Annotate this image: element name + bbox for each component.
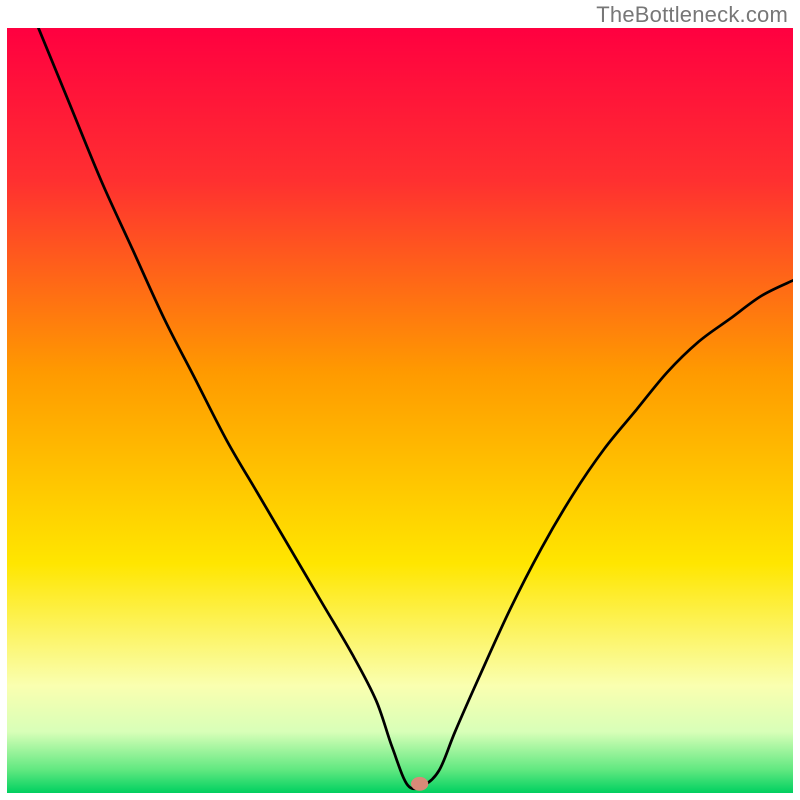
bottleneck-plot — [7, 28, 793, 793]
plot-svg — [7, 28, 793, 793]
gradient-background — [7, 28, 793, 793]
chart-wrapper: TheBottleneck.com — [0, 0, 800, 800]
attribution-text: TheBottleneck.com — [596, 2, 788, 28]
minimum-marker — [411, 777, 428, 791]
